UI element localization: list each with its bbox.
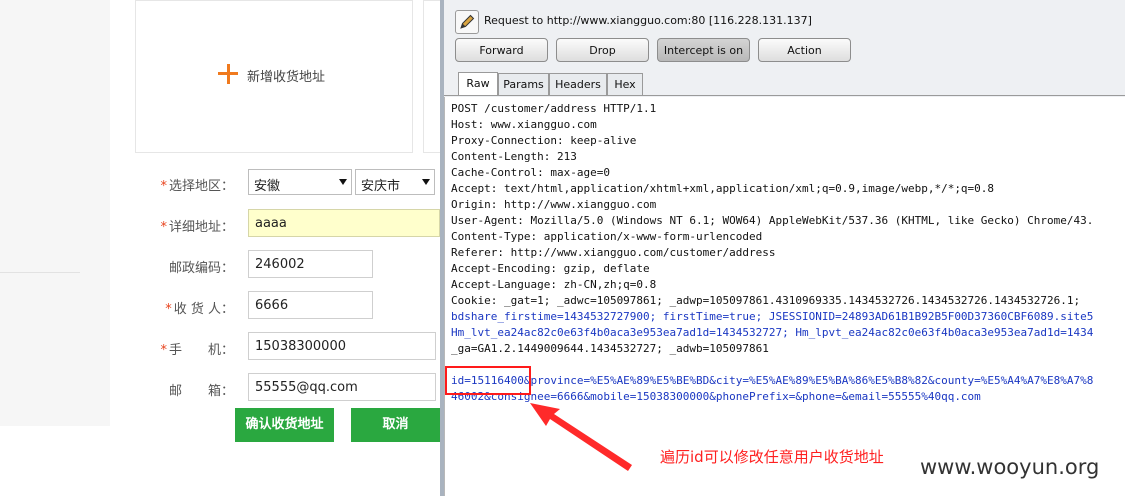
mobile-label: * 手 机： <box>160 343 234 358</box>
chevron-down-icon <box>422 179 430 185</box>
header-accept-encoding: Accept-Encoding: gzip, deflate <box>451 262 650 275</box>
province-select[interactable]: 安徽 <box>248 169 352 195</box>
header-user-agent: User-Agent: Mozilla/5.0 (Windows NT 6.1;… <box>451 214 1094 227</box>
divider <box>0 272 80 273</box>
header-accept: Accept: text/html,application/xhtml+xml,… <box>451 182 995 195</box>
arrow-icon <box>530 403 632 471</box>
chevron-down-icon <box>339 179 347 185</box>
action-button[interactable]: Action <box>758 38 851 62</box>
header-referer: Referer: http://www.xiangguo.com/custome… <box>451 246 776 259</box>
header-cookie: Cookie: _gat=1; _adwc=105097861; _adwp=1… <box>451 294 1081 307</box>
request-target: Request to http://www.xiangguo.com:80 [1… <box>484 14 812 27</box>
header-content-length: Content-Length: 213 <box>451 150 577 163</box>
header-accept-language: Accept-Language: zh-CN,zh;q=0.8 <box>451 278 657 291</box>
intercept-toggle-button[interactable]: Intercept is on <box>657 38 750 62</box>
email-label: 邮 箱： <box>168 384 234 399</box>
tab-headers[interactable]: Headers <box>549 73 607 95</box>
tab-params[interactable]: Params <box>498 73 549 95</box>
mobile-input[interactable]: 15038300000 <box>248 332 436 360</box>
web-page: 新增收货地址 * 选择地区： 安徽 安庆市 * 详细地址： aaaa 邮政编码： 2… <box>0 0 455 496</box>
detail-address-label: * 详细地址： <box>160 220 234 235</box>
tab-raw[interactable]: Raw <box>458 72 498 96</box>
cookie-line: bdshare_firstime=1434532727900; firstTim… <box>451 310 1094 323</box>
email-input[interactable]: 55555@qq.com <box>248 373 436 401</box>
region-label: * 选择地区： <box>160 179 234 194</box>
page-side-panel <box>0 0 110 426</box>
cookie-line: _ga=GA1.2.1449009644.1434532727; _adwb=1… <box>451 342 769 355</box>
zip-label: 邮政编码： <box>168 261 234 276</box>
annotation-text: 遍历id可以修改任意用户收货地址 <box>660 448 884 466</box>
header-host: Host: www.xiangguo.com <box>451 118 597 131</box>
tab-hex[interactable]: Hex <box>607 73 643 95</box>
consignee-input[interactable]: 6666 <box>248 291 373 319</box>
header-cache-control: Cache-Control: max-age=0 <box>451 166 610 179</box>
confirm-address-button[interactable]: 确认收货地址 <box>235 408 334 442</box>
cancel-button[interactable]: 取消 <box>351 408 440 442</box>
proxy-toolbar: Request to http://www.xiangguo.com:80 [1… <box>444 0 1125 97</box>
city-select[interactable]: 安庆市 <box>355 169 435 195</box>
drop-button[interactable]: Drop <box>556 38 649 62</box>
header-origin: Origin: http://www.xiangguo.com <box>451 198 657 211</box>
forward-button[interactable]: Forward <box>455 38 548 62</box>
highlight-box <box>445 366 531 395</box>
plus-icon <box>218 64 238 84</box>
watermark: www.wooyun.org <box>920 455 1100 479</box>
zip-input[interactable]: 246002 <box>248 250 373 278</box>
header-proxy-connection: Proxy-Connection: keep-alive <box>451 134 637 147</box>
tab-underline <box>444 95 1125 96</box>
cookie-line: Hm_lvt_ea24ac82c0e63f4b0aca3e953ea7ad1d=… <box>451 326 1094 339</box>
header-content-type: Content-Type: application/x-www-form-url… <box>451 230 763 243</box>
detail-address-input[interactable]: aaaa <box>248 209 440 237</box>
body-line: id=15116400&province=%E5%AE%89%E5%BE%BD&… <box>451 374 1094 387</box>
request-line: POST /customer/address HTTP/1.1 <box>451 102 657 115</box>
pencil-icon[interactable] <box>455 10 479 34</box>
add-address-label: 新增收货地址 <box>247 70 326 85</box>
consignee-label: * 收 货 人： <box>165 302 234 317</box>
